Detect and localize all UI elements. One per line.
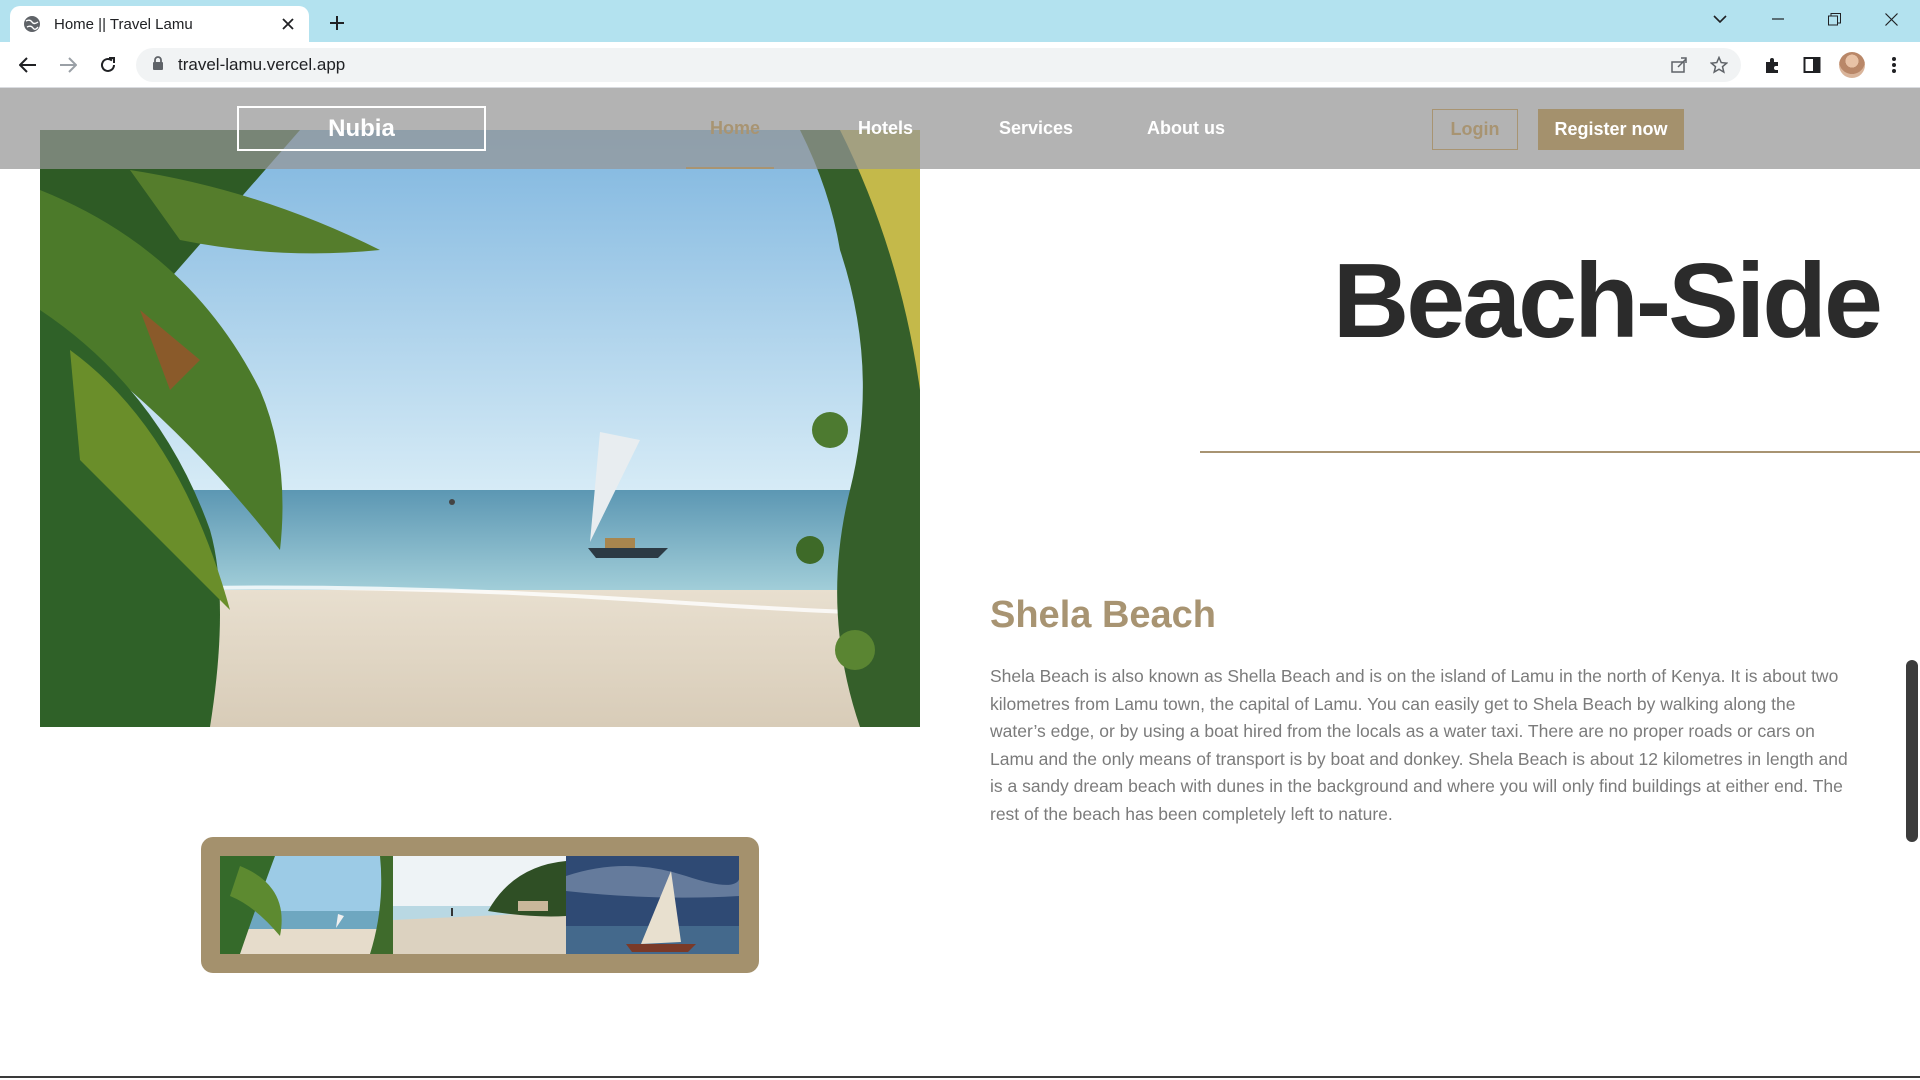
nav-link-hotels[interactable]: Hotels: [858, 118, 913, 139]
site-logo[interactable]: Nubia: [237, 106, 486, 151]
window-controls: [1749, 0, 1920, 38]
hero-title: Beach-Side: [1332, 242, 1883, 360]
address-bar[interactable]: travel-lamu.vercel.app: [136, 48, 1741, 82]
reload-icon[interactable]: [92, 49, 124, 81]
page-bottom-border: [0, 1076, 1920, 1078]
register-button[interactable]: Register now: [1538, 109, 1684, 150]
section-title: Shela Beach: [990, 594, 1216, 636]
active-nav-underline: [686, 167, 774, 169]
thumbnail-strip: [201, 837, 759, 973]
thumbnail-1[interactable]: [220, 856, 393, 954]
browser-toolbar: travel-lamu.vercel.app: [0, 42, 1920, 88]
hero-divider: [1200, 451, 1920, 453]
thumbnail-3[interactable]: [566, 856, 739, 954]
login-button[interactable]: Login: [1432, 109, 1518, 150]
page-viewport: Nubia Home Hotels Services About us Logi…: [0, 88, 1920, 1078]
kebab-menu-icon[interactable]: [1880, 51, 1908, 79]
tab-title: Home || Travel Lamu: [54, 15, 193, 33]
extensions-icon[interactable]: [1758, 51, 1786, 79]
url-text: travel-lamu.vercel.app: [178, 55, 346, 74]
side-panel-icon[interactable]: [1798, 51, 1826, 79]
browser-tab-bar: Home || Travel Lamu: [0, 0, 1920, 42]
page-scrollbar[interactable]: [1906, 660, 1918, 842]
globe-icon: [22, 14, 42, 34]
back-arrow-icon[interactable]: [12, 49, 44, 81]
minimize-icon[interactable]: [1749, 0, 1806, 38]
chevron-down-icon[interactable]: [1705, 4, 1735, 34]
thumbnail-2[interactable]: [393, 856, 566, 954]
close-icon[interactable]: [279, 15, 297, 33]
share-icon[interactable]: [1667, 53, 1691, 77]
star-icon[interactable]: [1707, 53, 1731, 77]
section-body: Shela Beach is also known as Shella Beac…: [990, 666, 1848, 824]
site-navbar: Nubia Home Hotels Services About us Logi…: [0, 88, 1920, 169]
close-window-icon[interactable]: [1863, 0, 1920, 38]
plus-icon[interactable]: [322, 8, 352, 38]
nav-link-home[interactable]: Home: [710, 118, 760, 139]
lock-icon[interactable]: [152, 55, 164, 75]
avatar[interactable]: [1838, 51, 1866, 79]
restore-icon[interactable]: [1806, 0, 1863, 38]
hero-beach-image: [40, 130, 920, 727]
forward-arrow-icon[interactable]: [52, 49, 84, 81]
nav-link-services[interactable]: Services: [999, 118, 1073, 139]
nav-link-about[interactable]: About us: [1147, 118, 1225, 139]
browser-tab-active[interactable]: Home || Travel Lamu: [10, 6, 309, 42]
